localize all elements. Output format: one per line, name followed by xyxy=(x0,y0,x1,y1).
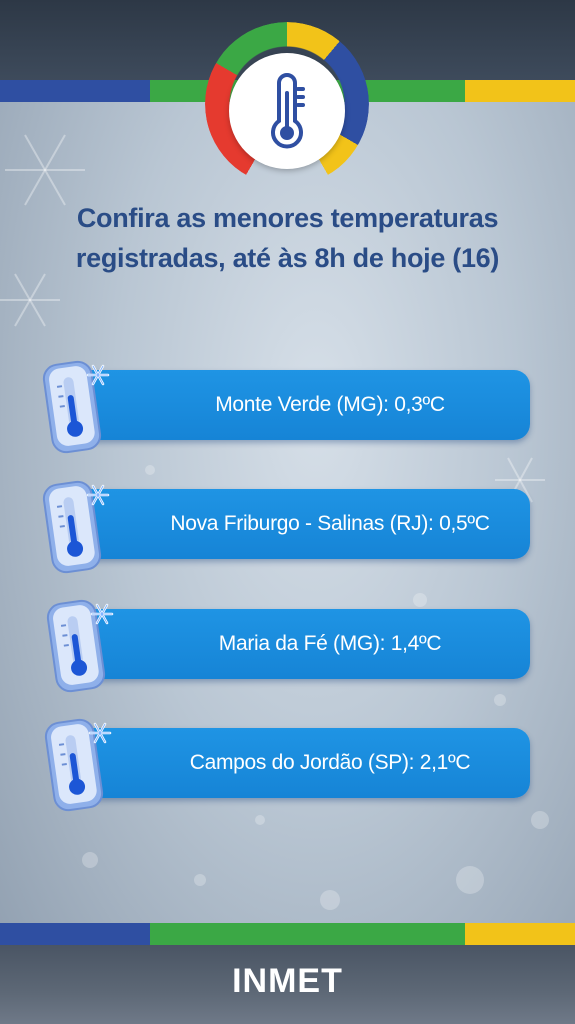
cold-thermometer-icon xyxy=(42,360,110,454)
post-card: Confira as menores temperaturas registra… xyxy=(0,0,575,1024)
reading-item: Monte Verde (MG): 0,3ºC xyxy=(0,355,575,455)
headline: Confira as menores temperaturas registra… xyxy=(40,198,535,278)
reading-label: Nova Friburgo - Salinas (RJ): 0,5ºC xyxy=(170,512,490,535)
reading-item: Campos do Jordão (SP): 2,1ºC xyxy=(0,713,575,813)
cold-thermometer-icon xyxy=(46,599,114,693)
reading-item: Maria da Fé (MG): 1,4ºC xyxy=(0,594,575,694)
thermometer-icon xyxy=(271,73,305,149)
reading-pill: Maria da Fé (MG): 1,4ºC xyxy=(70,609,530,679)
reading-pill: Monte Verde (MG): 0,3ºC xyxy=(70,370,530,440)
cold-thermometer-icon xyxy=(42,480,110,574)
headline-line-1: Confira as menores temperaturas xyxy=(76,203,499,233)
reading-label: Monte Verde (MG): 0,3ºC xyxy=(215,393,445,416)
thermometer-medallion xyxy=(229,53,345,169)
reading-pill: Campos do Jordão (SP): 2,1ºC xyxy=(70,728,530,798)
reading-item: Nova Friburgo - Salinas (RJ): 0,5ºC xyxy=(0,475,575,575)
inmet-logo-text: INMET xyxy=(232,962,343,1000)
bottom-color-stripe xyxy=(0,923,575,945)
reading-label: Campos do Jordão (SP): 2,1ºC xyxy=(189,751,471,774)
headline-line-2: registradas, até às 8h de hoje (16) xyxy=(75,243,500,273)
reading-label: Maria da Fé (MG): 1,4ºC xyxy=(218,632,442,655)
cold-thermometer-icon xyxy=(44,718,112,812)
reading-pill: Nova Friburgo - Salinas (RJ): 0,5ºC xyxy=(70,489,530,559)
